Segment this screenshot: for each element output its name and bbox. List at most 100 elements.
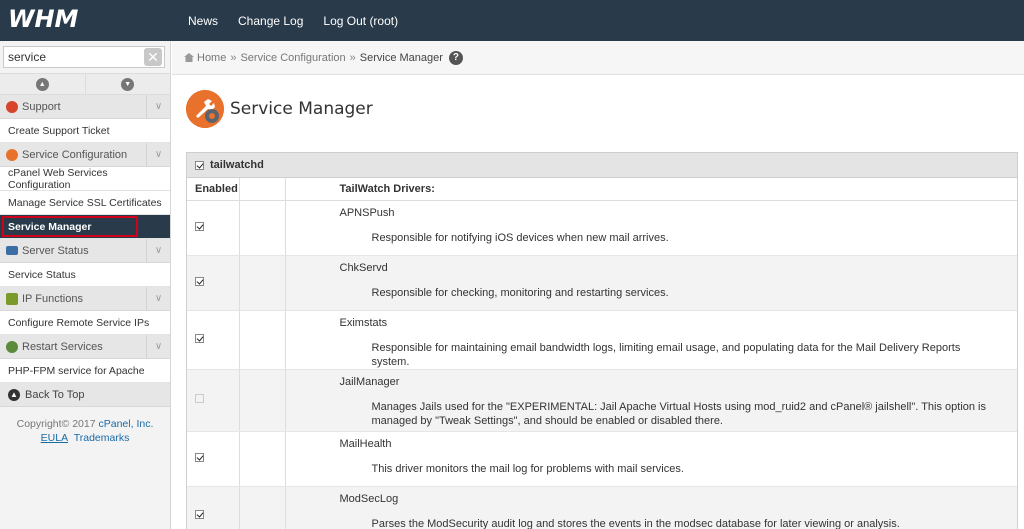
whm-logo[interactable]: WHM	[8, 3, 88, 33]
enabled-cell	[187, 486, 240, 529]
sidebar-item-create-support-ticket[interactable]: Create Support Ticket	[0, 119, 170, 143]
sidebar-item-service-status[interactable]: Service Status	[0, 263, 170, 287]
chevron-down-icon[interactable]: ∨	[146, 143, 170, 167]
sidebar-item-configure-remote-ips[interactable]: Configure Remote Service IPs	[0, 311, 170, 335]
home-icon	[184, 53, 194, 62]
monitor-icon	[6, 246, 18, 255]
chevron-down-icon[interactable]: ∨	[146, 239, 170, 263]
driver-enabled-checkbox[interactable]	[195, 333, 204, 343]
spacer-cell	[239, 369, 286, 432]
table-row: ChkServd Responsible for checking, monito…	[187, 255, 1017, 311]
enabled-cell	[187, 255, 240, 311]
top-bar: WHM News Change Log Log Out (root)	[0, 0, 1024, 41]
help-icon[interactable]: ?	[448, 50, 463, 65]
tailwatchd-checkbox[interactable]	[195, 160, 204, 170]
category-service-configuration[interactable]: Service Configuration ∨	[0, 143, 170, 167]
driver-cell: JailManager Manages Jails used for the "E…	[285, 369, 1017, 432]
wrench-gear-icon	[186, 90, 224, 128]
chevron-down-icon[interactable]: ∨	[146, 95, 170, 119]
table-row: APNSPush Responsible for notifying iOS de…	[187, 200, 1017, 256]
driver-name: ModSecLog	[339, 492, 399, 505]
back-to-top-label: Back To Top	[25, 388, 85, 401]
service-manager-icon	[186, 90, 224, 128]
driver-description: Responsible for maintaining email bandwi…	[371, 341, 961, 368]
sidebar-item-service-manager[interactable]: Service Manager	[0, 215, 170, 239]
driver-enabled-checkbox[interactable]	[195, 452, 204, 462]
logo-text: WHM	[8, 5, 79, 33]
column-header-enabled: Enabled	[187, 178, 240, 201]
breadcrumb-service-configuration[interactable]: Service Configuration	[240, 52, 345, 64]
wrench-gear-icon	[6, 148, 18, 161]
table-row: MailHealth This driver monitors the mail …	[187, 431, 1017, 487]
sidebar-item-php-fpm[interactable]: PHP-FPM service for Apache	[0, 359, 170, 383]
spacer-cell	[239, 486, 286, 529]
eula-link[interactable]: EULA	[41, 432, 68, 444]
column-header-spacer	[239, 178, 286, 201]
panel-header: tailwatchd	[187, 153, 1017, 178]
driver-name: JailManager	[339, 375, 400, 388]
driver-cell: ChkServd Responsible for checking, monito…	[285, 255, 1017, 311]
driver-description: Responsible for notifying iOS devices wh…	[371, 231, 669, 244]
collapse-all-button[interactable]: ▲	[0, 74, 85, 94]
category-server-status[interactable]: Server Status ∨	[0, 239, 170, 263]
sidebar-nav: Support ∨ Create Support Ticket Service …	[0, 95, 170, 445]
driver-rows: APNSPush Responsible for notifying iOS de…	[187, 200, 1017, 529]
breadcrumb-current: Service Manager	[359, 51, 443, 64]
enabled-cell	[187, 369, 240, 432]
table-header-row: Enabled TailWatch Drivers:	[187, 178, 1017, 201]
logout-link[interactable]: Log Out (root)	[323, 14, 398, 28]
driver-name: APNSPush	[339, 206, 395, 219]
chevron-down-icon[interactable]: ∨	[146, 335, 170, 359]
breadcrumb: Home » Service Configuration » Service M…	[172, 41, 1024, 75]
table-row: JailManager Manages Jails used for the "E…	[187, 369, 1017, 432]
expand-all-button[interactable]: ▼	[84, 74, 171, 94]
driver-description: Responsible for checking, monitoring and…	[371, 286, 669, 299]
chevron-down-icon[interactable]: ∨	[146, 287, 170, 311]
drivers-table: Enabled TailWatch Drivers: APNSPush Respo…	[187, 178, 1017, 529]
driver-cell: MailHealth This driver monitors the mail …	[285, 431, 1017, 487]
category-label: IP Functions	[22, 292, 83, 305]
news-link[interactable]: News	[188, 14, 218, 28]
spacer-cell	[239, 255, 286, 311]
enabled-cell	[187, 310, 240, 370]
back-to-top-button[interactable]: ▲ Back To Top	[0, 383, 170, 407]
cpanel-link[interactable]: cPanel, Inc.	[99, 418, 154, 430]
collapse-expand-row: ▲ ▼	[0, 73, 170, 95]
page-title: Service Manager	[230, 99, 373, 119]
page-header: Service Manager	[186, 90, 373, 128]
driver-name: ChkServd	[339, 261, 388, 274]
driver-enabled-checkbox[interactable]	[195, 510, 204, 519]
copyright-text: Copyright© 2017	[16, 418, 96, 430]
arrow-up-icon: ▲	[8, 388, 20, 401]
copyright: Copyright© 2017 cPanel, Inc. EULA Tradem…	[0, 407, 170, 445]
driver-name: Eximstats	[339, 316, 388, 329]
clear-search-button[interactable]: ✕	[144, 48, 162, 66]
restart-icon	[6, 340, 18, 353]
category-restart-services[interactable]: Restart Services ∨	[0, 335, 170, 359]
driver-description: Manages Jails used for the "EXPERIMENTAL…	[371, 400, 987, 427]
search-box: ✕	[3, 46, 165, 68]
driver-name: MailHealth	[339, 437, 392, 450]
driver-enabled-checkbox[interactable]	[195, 221, 204, 231]
search-input[interactable]	[4, 47, 142, 67]
category-label: Service Configuration	[22, 148, 128, 161]
driver-description: This driver monitors the mail log for pr…	[371, 462, 684, 475]
changelog-link[interactable]: Change Log	[238, 14, 303, 28]
sidebar: ✕ ▲ ▼ Support ∨ Create Support Ticket Se…	[0, 41, 171, 529]
category-ip-functions[interactable]: IP Functions ∨	[0, 287, 170, 311]
driver-cell: APNSPush Responsible for notifying iOS de…	[285, 200, 1017, 256]
category-label: Server Status	[22, 244, 89, 257]
sidebar-item-manage-ssl[interactable]: Manage Service SSL Certificates	[0, 191, 170, 215]
enabled-cell	[187, 431, 240, 487]
sidebar-item-cpanel-web-services[interactable]: cPanel Web Services Configuration	[0, 167, 170, 191]
top-nav: News Change Log Log Out (root)	[178, 0, 408, 41]
driver-enabled-checkbox[interactable]	[195, 276, 204, 286]
category-support[interactable]: Support ∨	[0, 95, 170, 119]
chevron-up-icon: ▲	[35, 77, 49, 91]
driver-cell: Eximstats Responsible for maintaining ema…	[285, 310, 1017, 370]
breadcrumb-home[interactable]: Home	[197, 52, 226, 64]
driver-cell: ModSecLog Parses the ModSecurity audit lo…	[285, 486, 1017, 529]
driver-enabled-checkbox	[195, 394, 204, 403]
trademarks-link[interactable]: Trademarks	[74, 432, 130, 444]
category-label: Support	[22, 100, 61, 113]
